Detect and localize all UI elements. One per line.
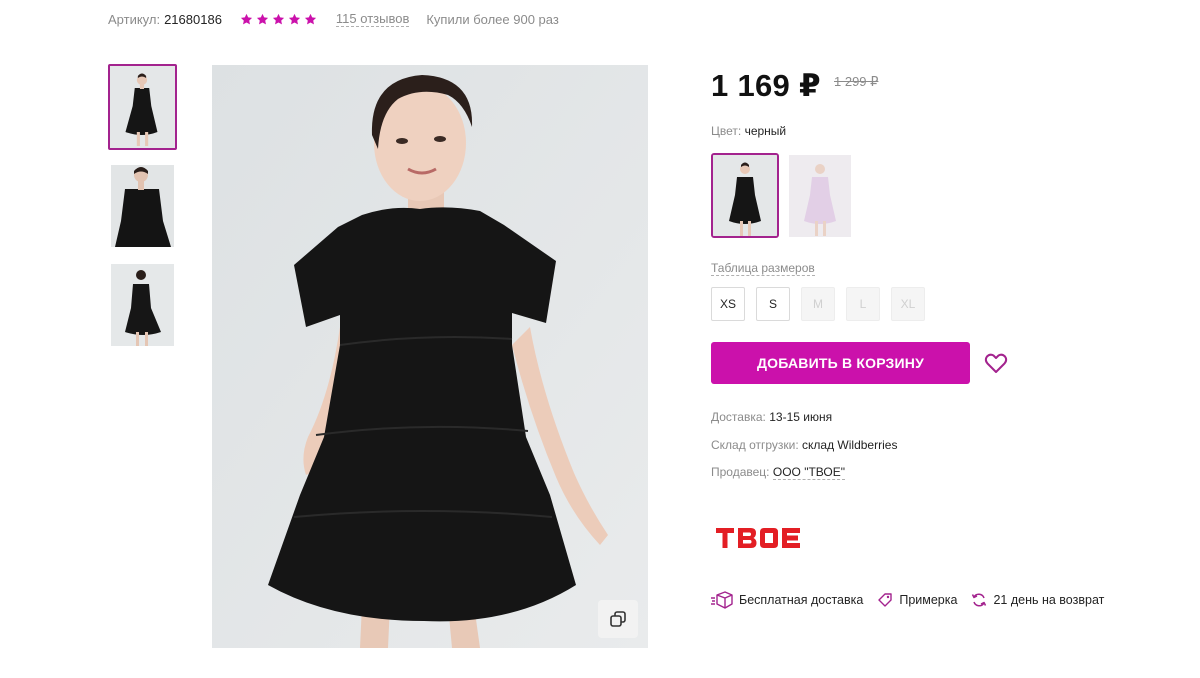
box-icon [711,591,733,609]
seller-line: Продавец: ООО "ТВОЕ" [711,465,845,480]
feature-return: 21 день на возврат [971,592,1104,608]
return-icon [972,593,987,607]
star-icon [240,13,253,24]
color-line: Цвет: черный [711,124,786,138]
warehouse-value: склад Wildberries [802,438,898,452]
favorite-button[interactable] [984,352,1008,374]
product-meta-line: Артикул: 21680186 115 отзывов Купили бол… [108,10,559,28]
dress-photo-thumbnail [713,155,777,236]
dress-photo-thumbnail [111,264,174,346]
reviews-link[interactable]: 115 отзывов [335,11,410,27]
feature-fitting: Примерка [877,592,957,608]
seller-link[interactable]: ООО "ТВОЕ" [772,465,845,480]
feature-label: Примерка [899,593,958,607]
tvoe-logo [716,528,800,548]
tag-icon [878,593,893,607]
seller-label: Продавец: [711,465,770,479]
thumbnail-2[interactable] [111,165,174,247]
current-price: 1 169 ₽ [711,68,821,103]
feature-label: 21 день на возврат [993,593,1105,607]
delivery-value: 13-15 июня [769,410,833,424]
thumbnail-1[interactable] [108,64,177,150]
color-label: Цвет: [711,124,742,138]
add-to-cart-button[interactable]: ДОБАВИТЬ В КОРЗИНУ [711,342,970,384]
star-icon [304,13,317,24]
heart-icon [984,353,1008,373]
star-icon [256,13,269,24]
thumbnail-3[interactable] [111,264,174,346]
copy-icon [610,611,626,627]
feature-label: Бесплатная доставка [739,593,864,607]
old-price: 1 299 ₽ [834,74,879,89]
brand-logo[interactable] [716,526,806,550]
delivery-label: Доставка: [711,410,766,424]
features-row: Бесплатная доставка Примерка 21 день на … [711,591,1118,609]
main-product-photo[interactable] [212,65,648,648]
dress-photo [212,65,648,648]
size-xs-button[interactable]: XS [711,287,745,321]
star-icon [272,13,285,24]
rating-stars [240,13,317,26]
sku-label: Артикул: [108,11,161,27]
color-value: черный [744,124,787,138]
size-s-button[interactable]: S [756,287,790,321]
size-selector: XS S M L XL [711,287,925,321]
size-xl-button[interactable]: XL [891,287,925,321]
dress-photo-thumbnail [789,155,851,237]
size-l-button[interactable]: L [846,287,880,321]
color-swatch-black[interactable] [711,153,779,238]
color-swatch-lilac[interactable] [789,155,851,237]
dress-photo-thumbnail [111,165,174,247]
bought-count: Купили более 900 раз [426,11,559,27]
star-icon [288,13,301,24]
warehouse-line: Склад отгрузки: склад Wildberries [711,438,897,452]
delivery-line: Доставка: 13-15 июня [711,410,832,424]
feature-free-delivery: Бесплатная доставка [711,591,863,609]
sku-value: 21680186 [164,11,222,27]
dress-photo-thumbnail [110,66,175,148]
size-m-button[interactable]: M [801,287,835,321]
warehouse-label: Склад отгрузки: [711,438,799,452]
size-table-link[interactable]: Таблица размеров [711,261,815,276]
zoom-button[interactable] [598,600,638,638]
